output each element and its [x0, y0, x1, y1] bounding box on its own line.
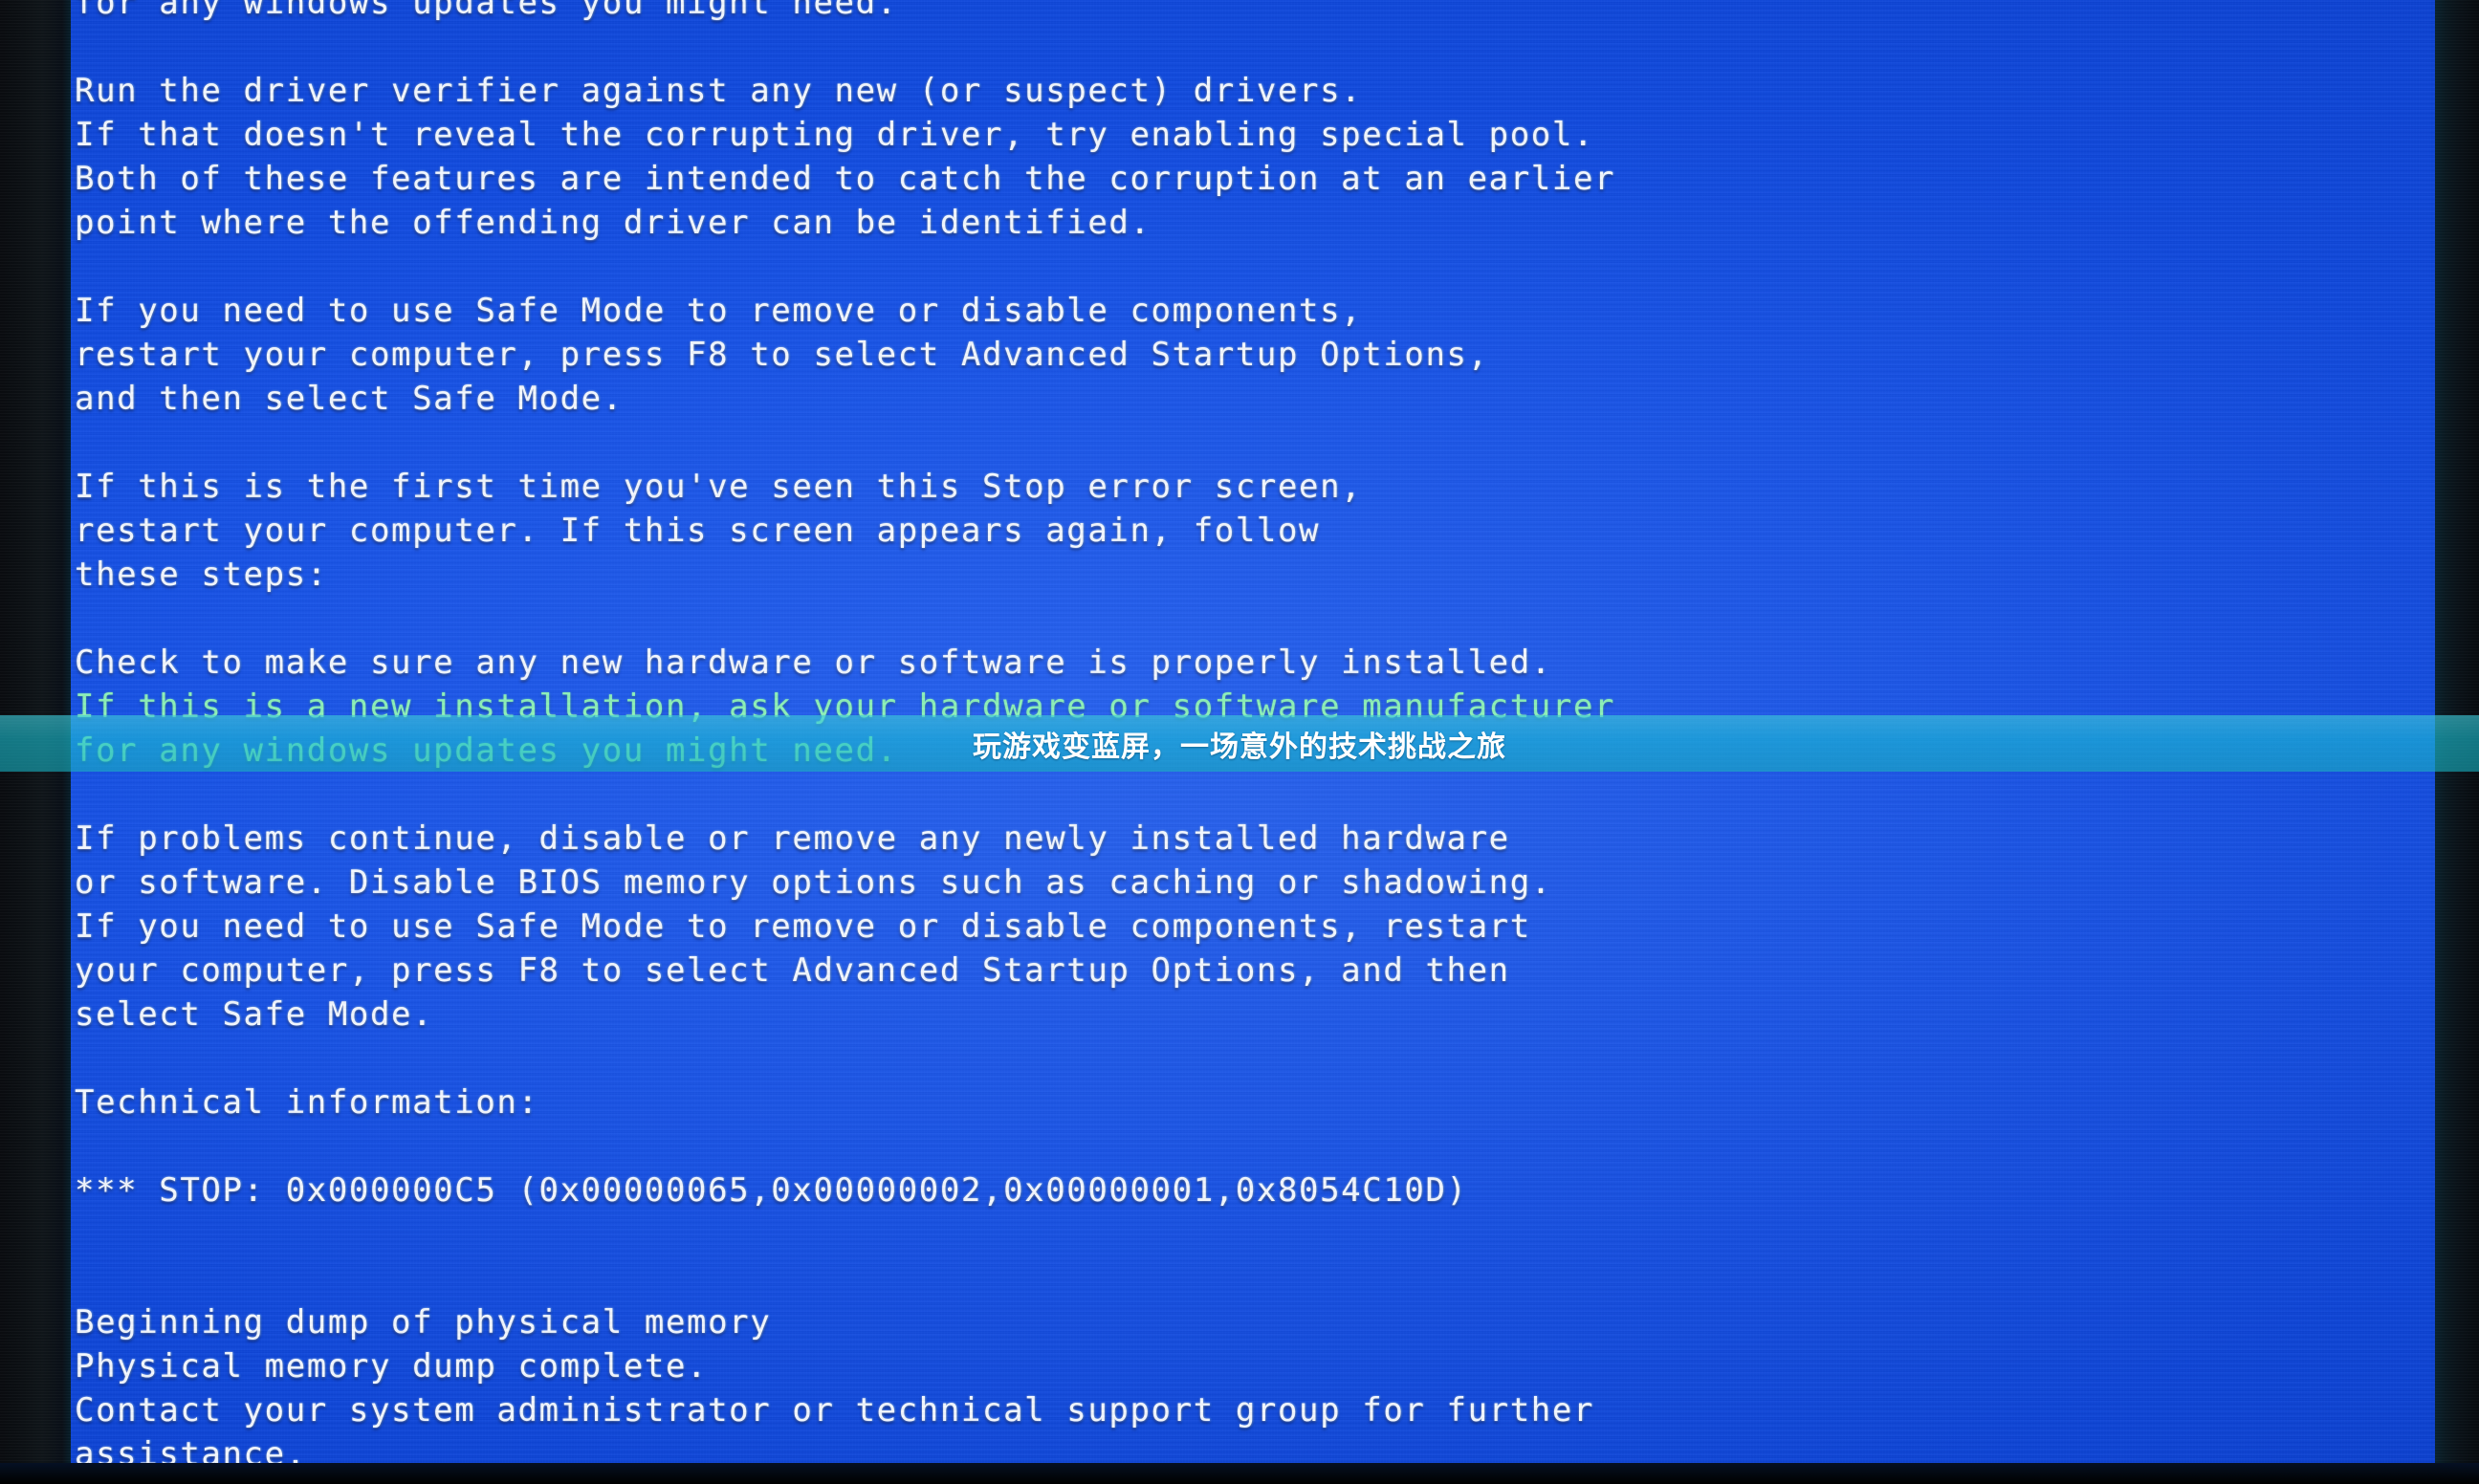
bsod-blank-line	[75, 773, 2370, 817]
bsod-line: If problems continue, disable or remove …	[75, 819, 1510, 858]
bsod-blank-line	[75, 1124, 2370, 1168]
bsod-line: restart your computer. If this screen ap…	[75, 512, 1321, 550]
bsod-line: and then select Safe Mode.	[75, 380, 624, 418]
bsod-blank-line	[75, 25, 2370, 69]
bsod-line: for any windows updates you might need.	[75, 0, 898, 22]
screenshot-stage: for any windows updates you might need. …	[0, 0, 2479, 1484]
bsod-line: Contact your system administrator or tec…	[75, 1391, 1595, 1429]
bsod-line: restart your computer, press F8 to selec…	[75, 336, 1489, 374]
bsod-blank-line	[75, 1212, 2370, 1256]
bsod-line: Both of these features are intended to c…	[75, 160, 1616, 198]
bsod-blank-line	[75, 597, 2370, 641]
bsod-line: these steps:	[75, 556, 328, 594]
bsod-line: If this is the first time you've seen th…	[75, 468, 1363, 506]
bsod-line: Run the driver verifier against any new …	[75, 72, 1363, 110]
bsod-line: your computer, press F8 to select Advanc…	[75, 951, 1510, 990]
bsod-blank-line	[75, 245, 2370, 289]
overlay-title-text: 玩游戏变蓝屏，一场意外的技术挑战之旅	[973, 730, 1506, 764]
bsod-line: Technical information:	[75, 1083, 539, 1122]
bsod-line: Physical memory dump complete.	[75, 1347, 709, 1386]
monitor-bezel-bottom	[0, 1463, 2479, 1484]
bsod-line: If you need to use Safe Mode to remove o…	[75, 907, 1531, 946]
bsod-line: select Safe Mode.	[75, 995, 434, 1034]
bsod-blank-line	[75, 1037, 2370, 1080]
bsod-line: Check to make sure any new hardware or s…	[75, 644, 1552, 682]
bsod-line: If that doesn't reveal the corrupting dr…	[75, 116, 1595, 154]
bsod-blank-line	[75, 1256, 2370, 1300]
bsod-line: assistance.	[75, 1435, 307, 1465]
bsod-line: or software. Disable BIOS memory options…	[75, 863, 1552, 902]
overlay-title-band: 玩游戏变蓝屏，一场意外的技术挑战之旅	[0, 715, 2479, 772]
bsod-line: If you need to use Safe Mode to remove o…	[75, 292, 1363, 330]
bsod-line: point where the offending driver can be …	[75, 204, 1152, 242]
bsod-line: Beginning dump of physical memory	[75, 1303, 772, 1342]
bsod-line: *** STOP: 0x000000C5 (0x00000065,0x00000…	[75, 1171, 1468, 1210]
bsod-blank-line	[75, 421, 2370, 465]
